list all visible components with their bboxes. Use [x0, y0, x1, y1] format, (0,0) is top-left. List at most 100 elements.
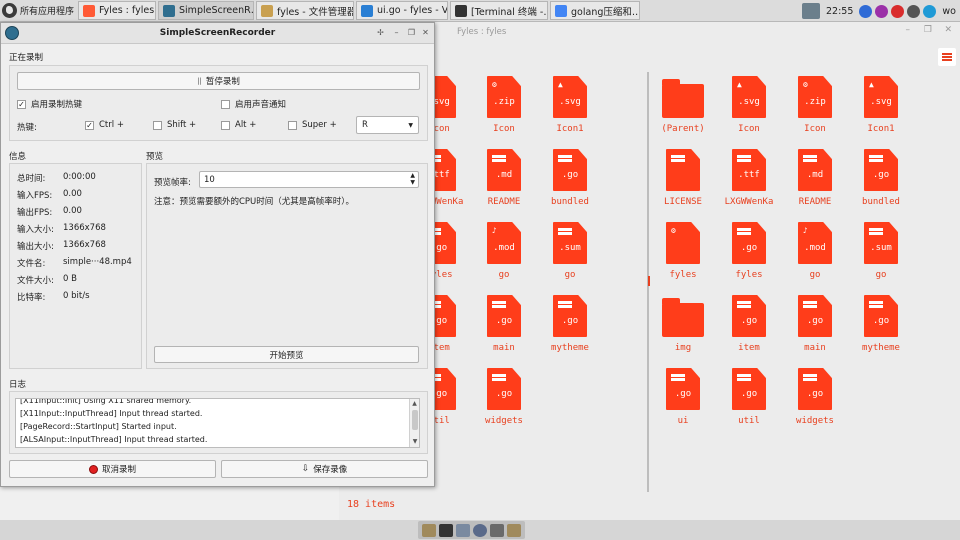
keep-above-icon[interactable]: ✢	[375, 27, 386, 38]
file-label: go	[875, 270, 887, 280]
minimize-icon[interactable]: –	[906, 25, 911, 35]
log-lines: [X11Input::Init] Using X11 shared memory…	[16, 399, 419, 446]
file-item[interactable]: ⚙ .zip Icon	[783, 76, 847, 134]
download-icon: ⇩	[301, 464, 310, 474]
volume-icon[interactable]	[923, 4, 937, 18]
file-item[interactable]: (Parent)	[651, 76, 715, 134]
file-item[interactable]: ▲ .svg Icon	[717, 76, 781, 134]
file-label: Icon1	[556, 124, 584, 134]
folder-icon[interactable]	[507, 523, 521, 537]
divider-handle[interactable]	[648, 276, 650, 286]
file-item[interactable]: .ttf LXGWWenKa	[717, 149, 781, 207]
terminal-icon[interactable]	[439, 523, 453, 537]
pause-icon: ||	[197, 77, 202, 85]
start-preview-button[interactable]: 开始预览	[154, 346, 419, 363]
start-menu-button[interactable]: 所有应用程序	[0, 0, 78, 22]
close-icon[interactable]: ✕	[420, 27, 431, 38]
taskbar-item-label: fyles - 文件管理器	[277, 6, 355, 18]
file-item[interactable]: .md README	[472, 149, 536, 207]
taskbar-item[interactable]: ui.go - fyles - V…	[356, 1, 449, 20]
info-label: 比特率:	[17, 293, 46, 303]
file-extension: .go	[740, 316, 758, 326]
file-item[interactable]: .go main	[472, 295, 536, 353]
file-item[interactable]: .go main	[783, 295, 847, 353]
file-item[interactable]: .go item	[717, 295, 781, 353]
super-checkbox[interactable]: Super +	[288, 120, 337, 130]
taskbar-item[interactable]: golang压缩和…	[550, 1, 641, 20]
taskbar-item[interactable]: SimpleScreenR…	[158, 1, 255, 20]
document-file-icon: .go	[864, 295, 898, 337]
scroll-down-icon[interactable]: ▼	[410, 437, 419, 447]
file-label: mytheme	[862, 343, 900, 353]
search-icon[interactable]	[490, 523, 504, 537]
maximize-icon[interactable]: ❐	[924, 25, 932, 35]
shift-checkbox[interactable]: Shift +	[153, 120, 196, 130]
hotkey-select[interactable]: R ▼	[356, 116, 419, 134]
file-item[interactable]: .go fyles	[717, 222, 781, 280]
home-folder-icon[interactable]	[422, 523, 436, 537]
browser-icon[interactable]	[473, 523, 487, 537]
user-name[interactable]: wo	[939, 6, 956, 17]
maximize-icon[interactable]: ❐	[406, 27, 417, 38]
file-item[interactable]: img	[651, 295, 715, 353]
tray-app-icon[interactable]	[875, 4, 889, 18]
image-file-icon: ▲ .svg	[553, 76, 587, 118]
file-item[interactable]: ▲ .svg Icon1	[849, 76, 913, 134]
file-item[interactable]: ▲ .svg Icon1	[538, 76, 602, 134]
scroll-up-icon[interactable]: ▲	[410, 399, 419, 409]
taskbar-item[interactable]: [Terminal 终端 -…	[450, 1, 549, 20]
clock[interactable]: 22:55	[823, 6, 856, 17]
bluetooth-icon[interactable]	[859, 4, 873, 18]
file-item[interactable]: .md README	[783, 149, 847, 207]
spin-arrows-icon[interactable]: ▲ ▼	[410, 172, 415, 186]
enable-hotkey-checkbox[interactable]: ✓ 启用录制热键	[17, 98, 82, 110]
file-item[interactable]: ♪ .mod go	[783, 222, 847, 280]
image-file-icon: ▲ .svg	[864, 76, 898, 118]
taskbar: 所有应用程序 Fyles : fyles SimpleScreenR… fyles …	[0, 0, 960, 22]
pause-recording-button[interactable]: || 暂停录制	[17, 72, 420, 90]
close-icon[interactable]: ✕	[944, 25, 952, 35]
document-file-icon	[666, 149, 700, 191]
file-extension: .go	[872, 170, 890, 180]
save-recording-button[interactable]: ⇩ 保存录像	[221, 460, 428, 478]
file-item[interactable]: ♪ .mod go	[472, 222, 536, 280]
scroll-thumb[interactable]	[412, 410, 418, 430]
file-extension: .ttf	[738, 170, 760, 180]
file-item[interactable]: .go bundled	[538, 149, 602, 207]
taskbar-item[interactable]: fyles - 文件管理器	[256, 1, 355, 20]
file-item[interactable]: ⚙ .zip Icon	[472, 76, 536, 134]
file-item[interactable]: ⚙ fyles	[651, 222, 715, 280]
network-monitor-icon[interactable]	[802, 3, 821, 19]
file-item[interactable]: .go widgets	[783, 368, 847, 426]
record-indicator-icon[interactable]	[891, 4, 905, 18]
document-file-icon: .go	[798, 295, 832, 337]
log-view[interactable]: [X11Input::Init] Using X11 shared memory…	[15, 398, 420, 448]
file-item[interactable]: .sum go	[849, 222, 913, 280]
ctrl-checkbox[interactable]: ✓ Ctrl +	[85, 120, 124, 130]
alt-checkbox[interactable]: Alt +	[221, 120, 256, 130]
ssr-titlebar: SimpleScreenRecorder ✢ – ❐ ✕	[1, 23, 434, 44]
minimize-icon[interactable]: –	[391, 27, 402, 38]
cancel-recording-button[interactable]: 取消录制	[9, 460, 216, 478]
window-icon	[555, 4, 568, 17]
file-item[interactable]: .go bundled	[849, 149, 913, 207]
hamburger-icon	[942, 56, 952, 58]
enable-sound-checkbox[interactable]: 启用声音通知	[221, 98, 286, 110]
taskbar-item[interactable]: Fyles : fyles	[78, 1, 157, 20]
document-file-icon: .go	[487, 295, 521, 337]
files-icon[interactable]	[456, 523, 470, 537]
fyles-menu-button[interactable]	[938, 48, 956, 66]
file-item[interactable]: .go mytheme	[538, 295, 602, 353]
file-item[interactable]: .go widgets	[472, 368, 536, 426]
file-extension: .go	[495, 389, 513, 399]
file-item[interactable]: .go ui	[651, 368, 715, 426]
file-item[interactable]: .sum go	[538, 222, 602, 280]
module-file-icon: ♪ .mod	[487, 222, 521, 264]
file-item[interactable]: .go mytheme	[849, 295, 913, 353]
file-item[interactable]: LICENSE	[651, 149, 715, 207]
preview-rate-spinbox[interactable]: 10 ▲ ▼	[199, 171, 419, 188]
log-scrollbar[interactable]: ▲ ▼	[409, 399, 419, 447]
file-label: item	[738, 343, 760, 353]
settings-tray-icon[interactable]	[907, 4, 921, 18]
file-item[interactable]: .go util	[717, 368, 781, 426]
